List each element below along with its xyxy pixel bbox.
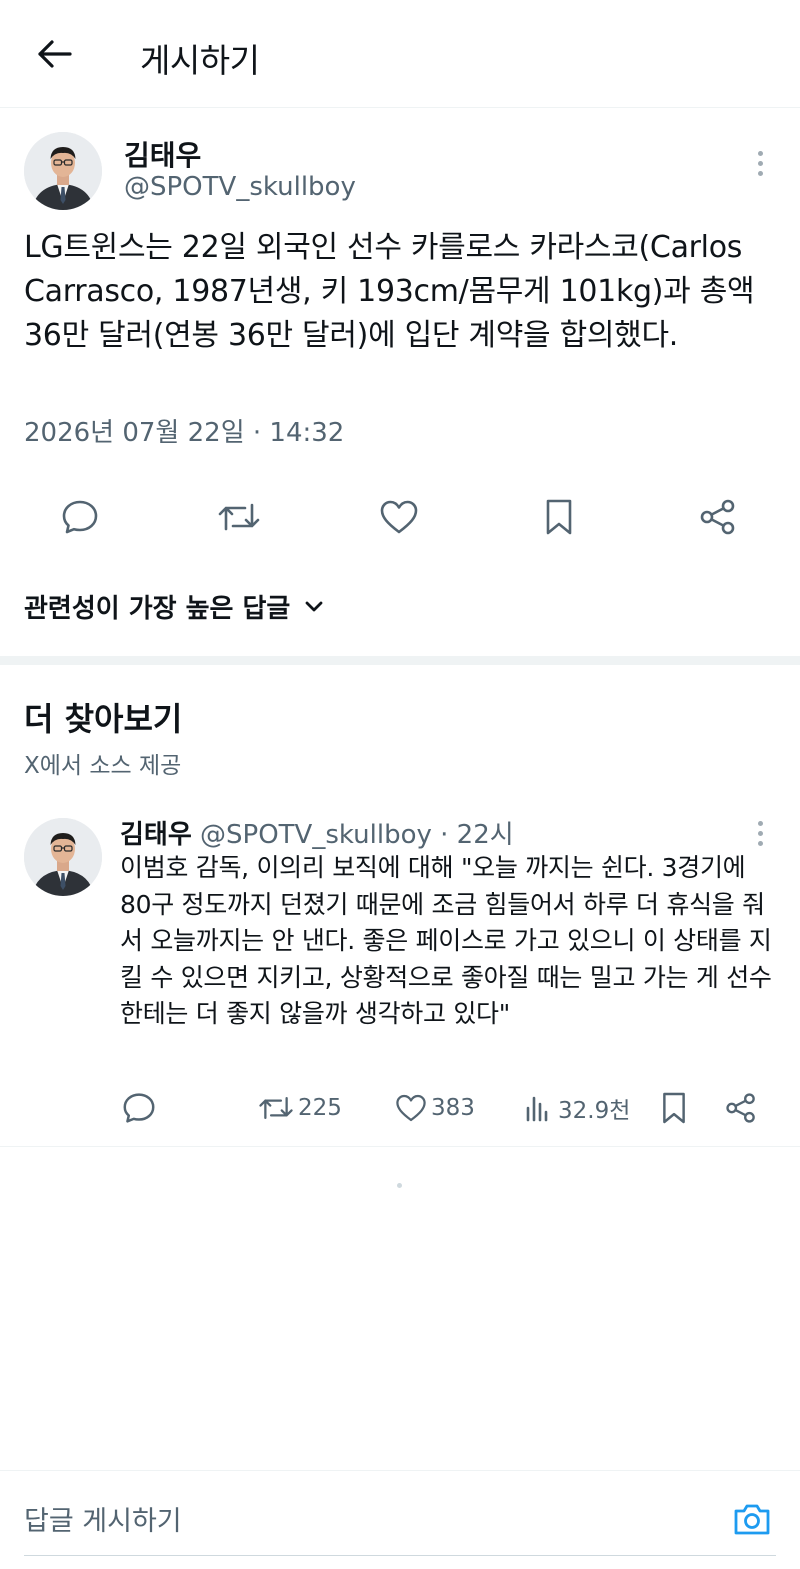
repost-count: 225 — [298, 1095, 342, 1121]
section-divider — [0, 656, 800, 665]
camera-icon — [734, 1504, 770, 1535]
reply-icon — [123, 1093, 155, 1123]
reply-reply-button[interactable] — [122, 1088, 156, 1128]
replies-sort-dropdown[interactable]: 관련성이 가장 높은 답글 — [24, 588, 324, 625]
view-count: 32.9천 — [558, 1098, 631, 1124]
like-icon — [380, 500, 418, 534]
reply-time[interactable]: 22시 — [457, 820, 514, 850]
discover-subtitle: X에서 소스 제공 — [24, 753, 182, 779]
share-button[interactable] — [696, 495, 740, 539]
avatar-image — [24, 818, 102, 896]
author-name[interactable]: 김태우 — [124, 134, 201, 174]
reply-input-underline — [24, 1555, 776, 1556]
bookmark-icon — [546, 499, 572, 535]
share-icon — [700, 499, 735, 535]
reply-button[interactable] — [58, 495, 102, 539]
repost-icon — [259, 1097, 293, 1119]
post-text: LG트윈스는 22일 외국인 선수 카를로스 카라스코(Carlos Carra… — [24, 230, 755, 353]
reply-share-button[interactable] — [724, 1088, 758, 1128]
like-icon — [396, 1094, 426, 1122]
more-dots-icon — [757, 820, 763, 826]
page-title: 게시하기 — [140, 41, 260, 80]
replies-sort-label: 관련성이 가장 높은 답글 — [24, 594, 291, 624]
reply-more-options-button[interactable] — [745, 818, 775, 848]
reply-divider — [0, 1146, 800, 1147]
reply-author-name[interactable]: 김태우 — [120, 820, 192, 850]
camera-button[interactable] — [730, 1497, 774, 1541]
reply-repost-button[interactable]: 225 — [258, 1088, 342, 1128]
reply-text[interactable]: 이범호 감독, 이의리 보직에 대해 "오늘 까지는 쉰다. 3경기에 80구 … — [120, 850, 780, 1033]
loading-indicator — [397, 1183, 402, 1188]
reply-avatar[interactable] — [24, 818, 102, 896]
views-icon — [526, 1096, 548, 1122]
like-count: 383 — [431, 1095, 475, 1121]
chevron-down-icon — [305, 601, 323, 611]
reply-bookmark-button[interactable] — [660, 1088, 688, 1128]
share-icon — [726, 1093, 755, 1123]
repost-button[interactable] — [217, 495, 261, 539]
avatar[interactable] — [24, 132, 102, 210]
reply-input[interactable]: 답글 게시하기 — [24, 1499, 182, 1538]
reply-meta: 김태우 @SPOTV_skullboy · 22시 — [120, 814, 514, 851]
more-dots-icon — [757, 150, 763, 156]
top-bar: 게시하기 — [0, 0, 800, 108]
bookmark-icon — [663, 1092, 685, 1124]
more-options-button[interactable] — [745, 148, 775, 178]
reply-views-button[interactable]: 32.9천 — [524, 1088, 630, 1128]
repost-icon — [218, 503, 260, 531]
like-button[interactable] — [377, 495, 421, 539]
avatar-image — [24, 132, 102, 210]
discover-title: 더 찾아보기 — [24, 700, 183, 738]
bookmark-button[interactable] — [537, 495, 581, 539]
reply-like-button[interactable]: 383 — [395, 1088, 475, 1128]
arrow-left-icon — [38, 40, 72, 68]
reply-author-handle[interactable]: @SPOTV_skullboy — [200, 820, 432, 850]
back-button[interactable] — [30, 30, 78, 78]
post-timestamp: 2026년 07월 22일 · 14:32 — [24, 418, 345, 448]
reply-compose-bar: 답글 게시하기 — [0, 1470, 800, 1569]
author-handle[interactable]: @SPOTV_skullboy — [124, 172, 356, 202]
meta-separator: · — [440, 820, 449, 850]
reply-icon — [62, 500, 98, 534]
